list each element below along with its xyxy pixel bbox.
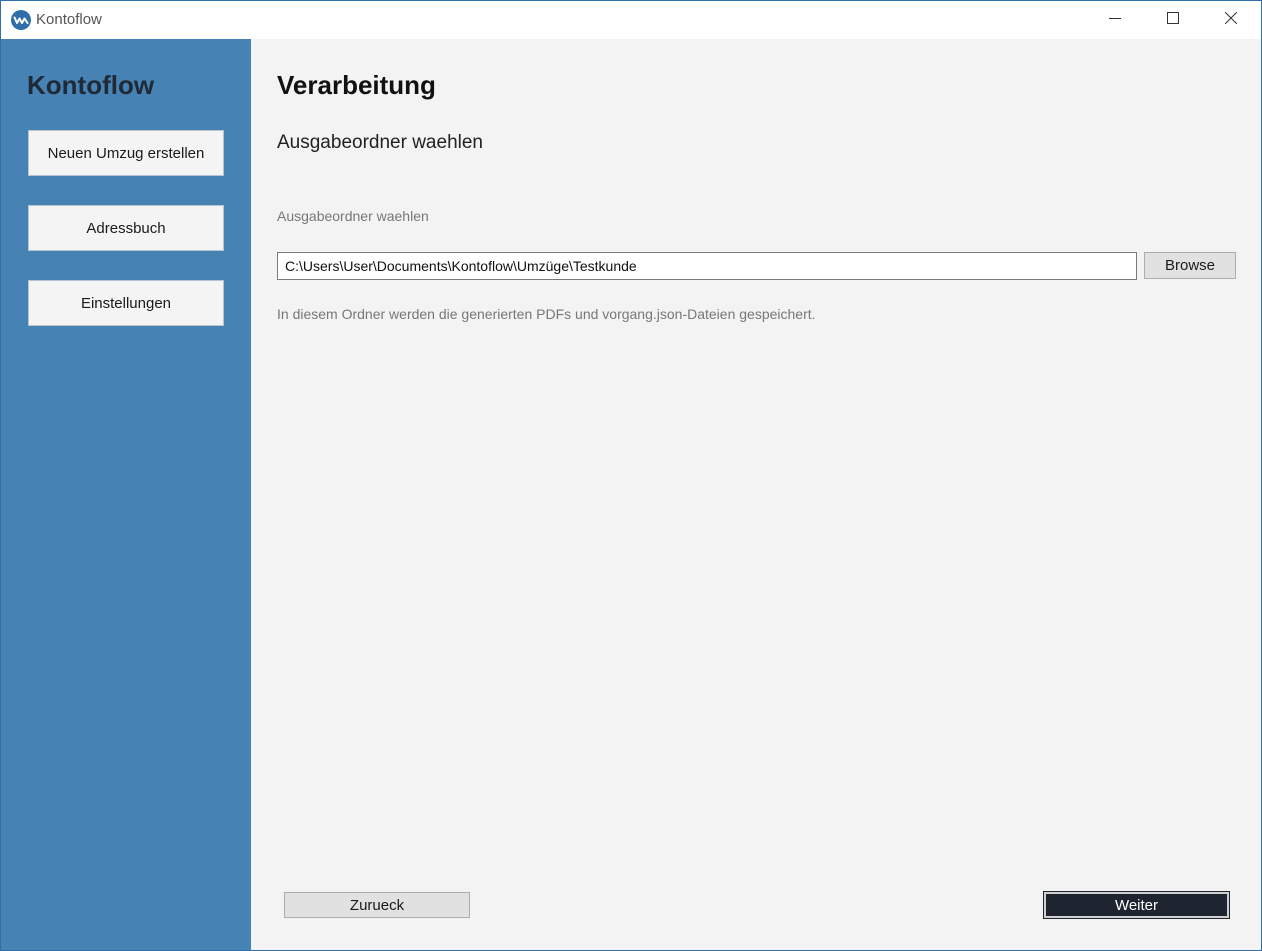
app-window: Kontoflow Kontoflow Neuen Umzug erstelle…: [0, 0, 1262, 951]
output-folder-hint: In diesem Ordner werden die generierten …: [277, 306, 816, 322]
minimize-button[interactable]: [1086, 1, 1144, 39]
sidebar-item-adressbuch[interactable]: Adressbuch: [28, 205, 224, 251]
section-title: Ausgabeordner waehlen: [277, 132, 483, 153]
maximize-icon: [1167, 11, 1179, 29]
minimize-icon: [1109, 11, 1121, 29]
sidebar: Kontoflow Neuen Umzug erstellen Adressbu…: [1, 39, 251, 950]
output-folder-label: Ausgabeordner waehlen: [277, 208, 429, 224]
output-folder-input[interactable]: [277, 252, 1137, 280]
main-content: Verarbeitung Ausgabeordner waehlen Ausga…: [251, 39, 1261, 950]
page-title: Verarbeitung: [277, 70, 436, 100]
sidebar-item-neuen-umzug-erstellen[interactable]: Neuen Umzug erstellen: [28, 130, 224, 176]
back-button[interactable]: Zurueck: [284, 892, 470, 918]
browse-button[interactable]: Browse: [1144, 252, 1236, 279]
sidebar-item-einstellungen[interactable]: Einstellungen: [28, 280, 224, 326]
sidebar-title: Kontoflow: [27, 70, 155, 100]
window-title: Kontoflow: [36, 11, 102, 28]
close-button[interactable]: [1202, 1, 1260, 39]
title-bar[interactable]: Kontoflow: [1, 1, 1261, 39]
close-icon: [1224, 11, 1238, 29]
maximize-button[interactable]: [1144, 1, 1202, 39]
next-button[interactable]: Weiter: [1043, 891, 1230, 919]
kontoflow-logo-icon: [11, 10, 31, 30]
